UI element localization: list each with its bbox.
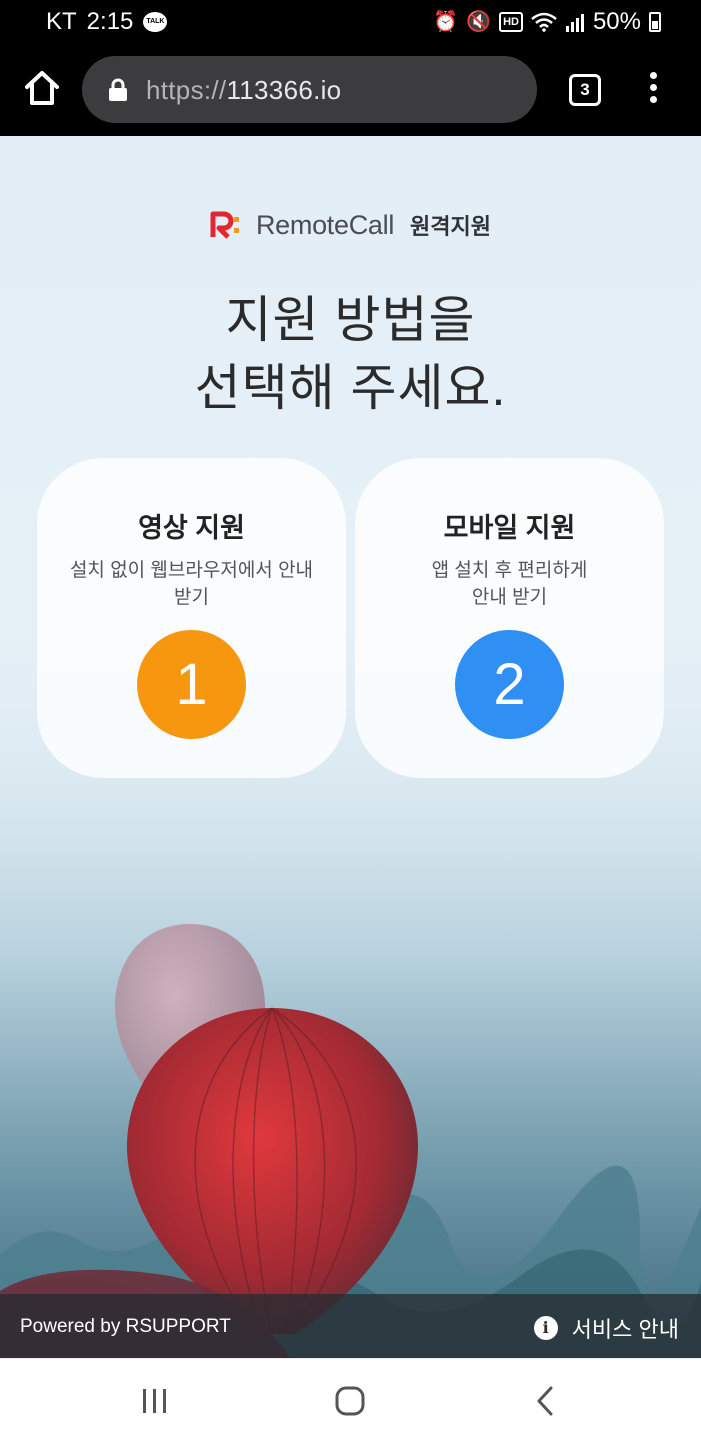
card-description-line1: 설치 없이 웹브라우저에서 안내 xyxy=(69,560,314,581)
card-description: 설치 없이 웹브라우저에서 안내 받기 xyxy=(57,557,327,611)
brand-logo: RemoteCall 원격지원 xyxy=(0,209,701,241)
url-text: https://113366.io xyxy=(146,75,341,106)
system-navigation-bar xyxy=(0,1358,701,1441)
kakaotalk-icon: TALK xyxy=(143,12,168,32)
status-right: ⏰ 🔇 HD 50% xyxy=(433,8,661,36)
page-footer: Powered by RSUPPORT i 서비스 안내 xyxy=(0,1294,701,1358)
brand-subtitle: 원격지원 xyxy=(410,214,492,239)
home-icon[interactable] xyxy=(22,68,62,108)
nav-home-icon[interactable] xyxy=(328,1381,372,1421)
mobile-support-card[interactable]: 모바일 지원 앱 설치 후 편리하게 안내 받기 2 xyxy=(355,458,664,778)
hd-voice-icon: HD xyxy=(499,12,523,32)
lock-icon xyxy=(109,78,127,101)
back-icon[interactable] xyxy=(524,1381,568,1421)
powered-by-text: Powered by RSUPPORT xyxy=(20,1316,231,1337)
more-vert-icon[interactable] xyxy=(640,72,666,108)
address-bar[interactable]: https://113366.io xyxy=(82,56,537,123)
battery-icon xyxy=(649,12,661,32)
wifi-icon xyxy=(531,12,557,32)
carrier-label: KT xyxy=(46,8,77,35)
url-host: 113366.io xyxy=(226,75,342,105)
option-number-badge[interactable]: 2 xyxy=(455,630,564,739)
brand-name: RemoteCall xyxy=(255,209,395,240)
battery-percent: 50% xyxy=(592,8,641,35)
page-title-line1: 지원 방법을 xyxy=(225,292,476,348)
hot-air-balloon-background xyxy=(0,736,701,1358)
info-icon: i xyxy=(533,1316,558,1340)
url-scheme: https:// xyxy=(146,75,227,105)
video-support-card[interactable]: 영상 지원 설치 없이 웹브라우저에서 안내 받기 1 xyxy=(37,458,346,778)
mute-icon: 🔇 xyxy=(466,11,492,33)
signal-icon xyxy=(565,14,584,32)
page-content: RemoteCall 원격지원 지원 방법을 선택해 주세요. 영상 지원 설치… xyxy=(0,136,701,1358)
alarm-icon: ⏰ xyxy=(433,11,459,33)
service-info-label: 서비스 안내 xyxy=(571,1317,679,1342)
card-description: 앱 설치 후 편리하게 안내 받기 xyxy=(375,557,645,611)
browser-toolbar: https://113366.io 3 xyxy=(0,44,701,136)
service-info-link[interactable]: i 서비스 안내 xyxy=(533,1312,679,1344)
page-title-line2: 선택해 주세요. xyxy=(194,360,507,416)
card-title: 영상 지원 xyxy=(138,513,245,543)
option-number-badge[interactable]: 1 xyxy=(137,630,246,739)
status-bar: KT 2:15 TALK ⏰ 🔇 HD 50% xyxy=(0,0,701,44)
card-description-line1: 앱 설치 후 편리하게 xyxy=(431,560,588,581)
clock-time: 2:15 xyxy=(86,8,134,35)
card-description-line2: 받기 xyxy=(174,587,209,608)
remotecall-logo-icon xyxy=(210,211,240,239)
tab-switcher-button[interactable]: 3 xyxy=(569,74,601,106)
card-title: 모바일 지원 xyxy=(443,513,576,543)
card-description-line2: 안내 받기 xyxy=(471,587,548,608)
page-title: 지원 방법을 선택해 주세요. xyxy=(0,286,701,422)
recents-icon[interactable] xyxy=(133,1381,177,1421)
status-left: KT 2:15 TALK xyxy=(46,8,168,36)
